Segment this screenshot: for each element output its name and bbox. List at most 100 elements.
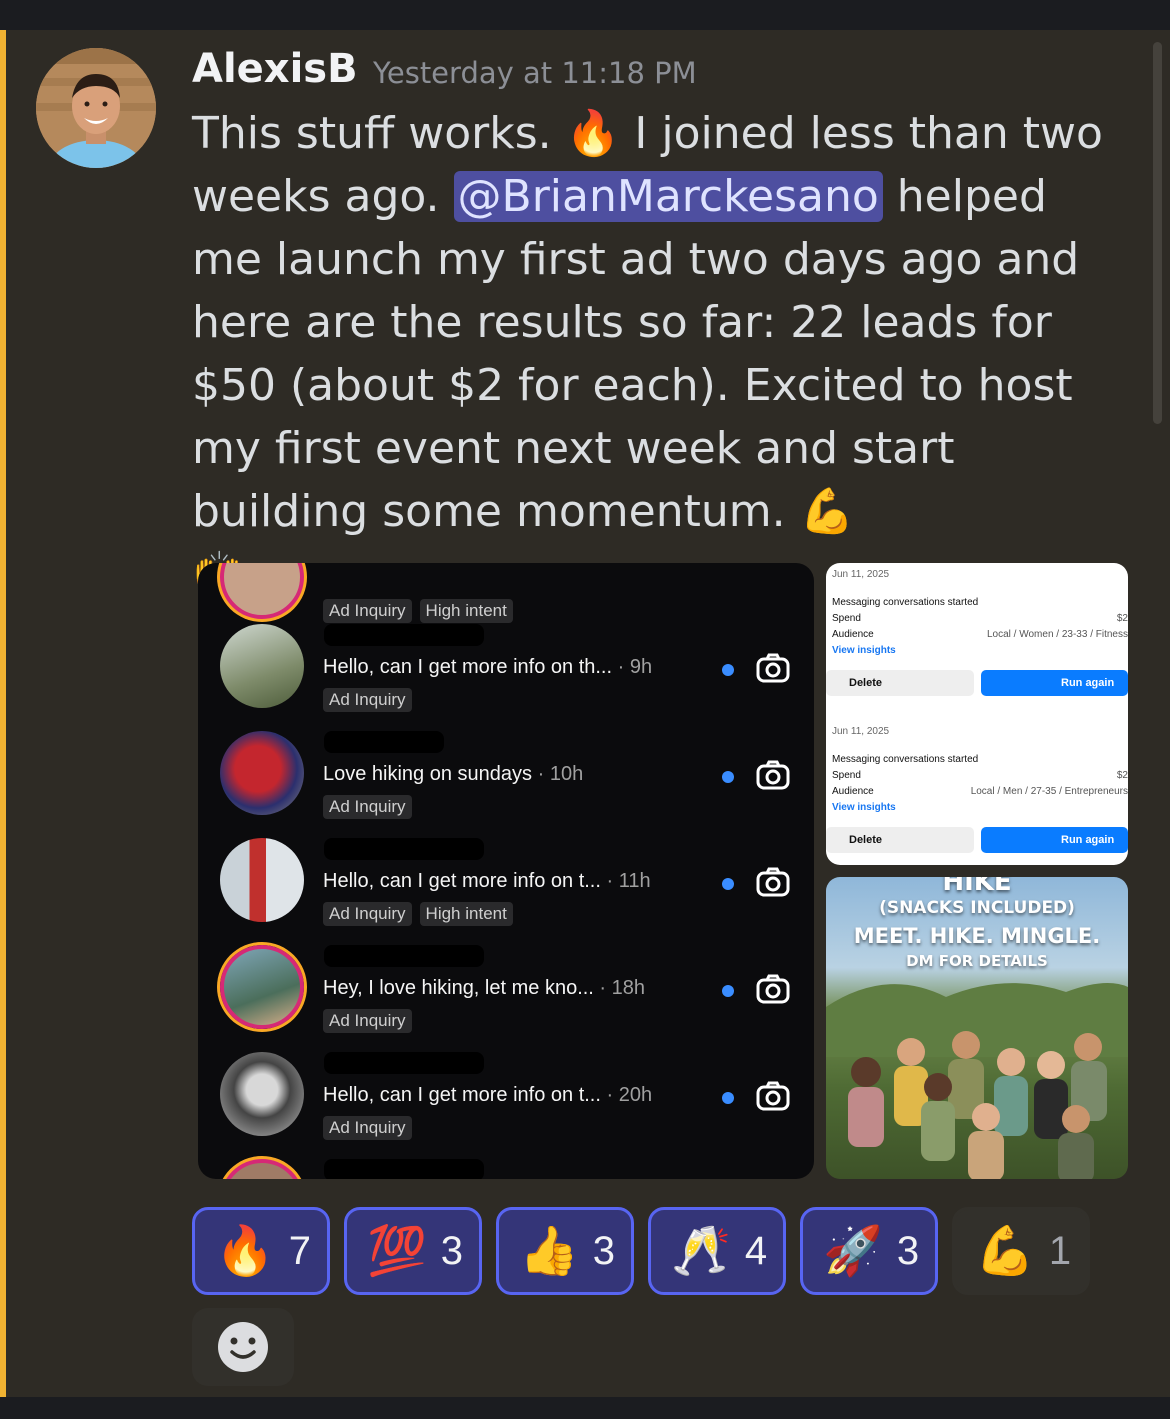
highlight-accent-bar: [0, 30, 6, 1397]
poster-snacks-line: (SNACKS INCLUDED): [879, 898, 1075, 918]
dm-preview: Hello, can I get more info on t... · 20h: [323, 1084, 652, 1107]
dm-row: Hello, can I get more info on th... · 9h…: [198, 616, 814, 723]
delete-button[interactable]: Delete: [826, 670, 974, 696]
dm-tags: Ad Inquiry: [323, 688, 412, 712]
reaction-fire[interactable]: 🔥 7: [192, 1207, 331, 1295]
reaction-count: 1: [1048, 1228, 1072, 1273]
camera-icon[interactable]: [756, 760, 790, 790]
add-reaction-button[interactable]: [192, 1308, 294, 1386]
view-insights-link[interactable]: View insights: [832, 645, 896, 656]
unread-dot: [722, 878, 734, 890]
reaction-muscle[interactable]: 💪 1: [952, 1207, 1091, 1295]
reaction-count: 3: [440, 1228, 464, 1273]
ad-card: Jun 11, 2025 Messaging conversations sta…: [826, 563, 1128, 713]
fire-emoji: 🔥: [565, 108, 621, 159]
user-mention[interactable]: @BrianMarckesano: [453, 171, 883, 222]
dm-preview-text: Hello, can I get more info on th...: [323, 656, 613, 678]
dm-time: · 11h: [600, 870, 651, 892]
dm-preview: Hello, can I get more info on t... · 11h: [323, 870, 651, 893]
ad-title: Messaging conversations started: [832, 597, 979, 608]
username[interactable]: AlexisB: [192, 46, 358, 92]
tag-ad-inquiry: Ad Inquiry: [323, 1116, 412, 1140]
message-body: This stuff works. 🔥 I joined less than t…: [192, 102, 1122, 606]
dm-redacted-name: [324, 945, 484, 967]
fire-icon: 🔥: [215, 1223, 275, 1279]
message-timestamp: Yesterday at 11:18 PM: [373, 56, 697, 90]
dm-row: Hello, can I get more info on t... · 20h…: [198, 1044, 814, 1151]
top-bar: [0, 0, 1170, 30]
tag-ad-inquiry: Ad Inquiry: [323, 688, 412, 712]
clinking-glasses-icon: 🥂: [671, 1223, 731, 1279]
scrollbar[interactable]: [1153, 42, 1162, 424]
reaction-count: 3: [896, 1228, 920, 1273]
message-text-3: helped me launch my first ad two days ag…: [192, 171, 1080, 537]
dm-redacted-name: [324, 1052, 484, 1074]
ad-spend-label: Spend: [832, 613, 861, 624]
ad-audience-value: Local / Men / 27-35 / Entrepreneurs: [970, 786, 1128, 797]
camera-icon[interactable]: [756, 867, 790, 897]
ad-card: Jun 11, 2025 Messaging conversations sta…: [826, 720, 1128, 865]
dm-avatar: [220, 731, 304, 815]
dm-tags: Ad Inquiry: [323, 795, 412, 819]
dm-redacted-name: [324, 1159, 484, 1179]
ad-date: Jun 11, 2025: [832, 726, 890, 737]
reaction-hundred[interactable]: 💯 3: [344, 1207, 483, 1295]
dm-avatar: [220, 1052, 304, 1136]
poster-title: HIKE: [942, 877, 1012, 897]
dm-preview: Love hiking on sundays · 10h: [323, 763, 583, 786]
smile-icon: [218, 1322, 268, 1372]
camera-icon[interactable]: [756, 1081, 790, 1111]
tag-high-intent: High intent: [419, 902, 513, 926]
dm-tags: Ad Inquiry High intent: [323, 902, 513, 926]
reaction-rocket[interactable]: 🚀 3: [800, 1207, 939, 1295]
message-text-1: This stuff works.: [192, 108, 566, 159]
reaction-count: 7: [288, 1228, 312, 1273]
ad-audience-label: Audience: [832, 629, 874, 640]
unread-dot: [722, 1092, 734, 1104]
view-insights-link[interactable]: View insights: [832, 802, 896, 813]
reaction-count: 4: [744, 1228, 768, 1273]
ad-spend-value: $2: [1116, 770, 1128, 781]
ad-audience-row: Audience Local / Men / 27-35 / Entreprene…: [832, 786, 1128, 797]
dm-preview-text: Hello, can I get more info on t...: [323, 1084, 601, 1106]
dm-inbox-screenshot[interactable]: Ad Inquiry High intent Hello, can I get …: [198, 563, 814, 1179]
delete-button[interactable]: Delete: [826, 827, 974, 853]
ad-audience-row: Audience Local / Women / 23-33 / Fitness: [832, 629, 1128, 640]
dm-avatar: [220, 945, 304, 1029]
run-again-button[interactable]: Run again: [981, 670, 1128, 696]
dm-time: · 9h: [612, 656, 653, 678]
tag-ad-inquiry: Ad Inquiry: [323, 1009, 412, 1033]
camera-icon[interactable]: [756, 653, 790, 683]
reaction-thumbs-up[interactable]: 👍 3: [496, 1207, 635, 1295]
muscle-emoji: 💪: [799, 486, 855, 537]
dm-preview-text: Hey, I love hiking, let me kno...: [323, 977, 594, 999]
ad-title: Messaging conversations started: [832, 754, 979, 765]
dm-tags: Ad Inquiry: [323, 1116, 412, 1140]
hike-event-poster[interactable]: HIKE (SNACKS INCLUDED) MEET. HIKE. MINGL…: [826, 877, 1128, 1179]
ad-spend-row: Spend $2: [832, 613, 1128, 624]
thumbs-up-icon: 👍: [519, 1223, 579, 1279]
camera-icon[interactable]: [756, 974, 790, 1004]
dm-redacted-name: [324, 731, 444, 753]
dm-avatar: [220, 1159, 304, 1179]
unread-dot: [722, 771, 734, 783]
ad-spend-label: Spend: [832, 770, 861, 781]
reaction-count: 3: [592, 1228, 616, 1273]
hundred-points-icon: 💯: [367, 1223, 427, 1279]
ads-results-screenshot[interactable]: Jun 11, 2025 Messaging conversations sta…: [826, 563, 1128, 865]
dm-tags: Ad Inquiry: [323, 1009, 412, 1033]
dm-row: Hello, can I get more info on t... · 11h…: [198, 830, 814, 937]
bottom-bar: [0, 1397, 1170, 1419]
unread-dot: [722, 985, 734, 997]
dm-row: Hey, I love hiking, let me kno... · 18h …: [198, 937, 814, 1044]
dm-avatar: [220, 838, 304, 922]
run-again-button[interactable]: Run again: [981, 827, 1128, 853]
flexed-biceps-icon: 💪: [975, 1223, 1035, 1279]
dm-time: · 10h: [532, 763, 584, 785]
reaction-clinking-glasses[interactable]: 🥂 4: [648, 1207, 787, 1295]
unread-dot: [722, 664, 734, 676]
avatar[interactable]: [36, 48, 156, 168]
tag-ad-inquiry: Ad Inquiry: [323, 795, 412, 819]
dm-preview: Hello, can I get more info on th... · 9h: [323, 656, 652, 679]
dm-time: · 18h: [593, 977, 646, 999]
